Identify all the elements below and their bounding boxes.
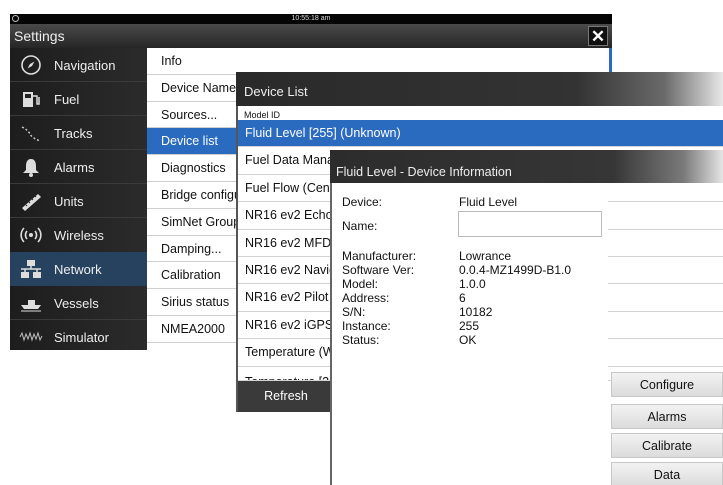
wireless-icon (18, 224, 44, 246)
field-label: S/N: (342, 305, 366, 319)
field-label: Status: (342, 333, 380, 347)
tracks-icon (18, 122, 44, 144)
sidebar-item-label: Wireless (54, 227, 104, 243)
refresh-button[interactable]: Refresh (236, 381, 334, 412)
device-row[interactable]: Fluid Level [255] (Unknown) (238, 120, 723, 148)
field-value: Lowrance (459, 249, 512, 263)
settings-titlebar: Settings ✕ (10, 24, 612, 48)
fuel-pump-icon (18, 88, 44, 110)
field-value: 10182 (459, 305, 493, 319)
data-button[interactable]: Data (611, 462, 723, 485)
field-value: 1.0.0 (459, 277, 486, 291)
field-value: OK (459, 333, 477, 347)
device-list-title: Device List (236, 72, 723, 106)
sidebar-item-fuel[interactable]: Fuel (10, 82, 147, 116)
sidebar-item-alarms[interactable]: Alarms (10, 150, 147, 184)
device-info-title: Fluid Level - Device Information (330, 150, 723, 183)
column-header-model-id: Model ID (244, 110, 281, 120)
sidebar-item-label: Alarms (54, 159, 95, 175)
field-label: Name: (342, 219, 378, 233)
simulator-icon (18, 326, 44, 348)
close-button[interactable]: ✕ (588, 26, 608, 46)
list-item-info[interactable]: Info (147, 48, 612, 75)
status-time: 10:55:18 am (291, 15, 331, 22)
sidebar-item-wireless[interactable]: Wireless (10, 218, 147, 252)
vessels-icon (18, 292, 44, 314)
field-value: Fluid Level (459, 195, 518, 209)
sidebar-item-network[interactable]: Network (10, 252, 147, 286)
field-value: 255 (459, 319, 480, 333)
field-label: Software Ver: (342, 263, 415, 277)
sidebar-item-label: Navigation (54, 57, 116, 73)
sidebar-item-tracks[interactable]: Tracks (10, 116, 147, 150)
device-info-body: Device: Fluid Level Name: Manufacturer: … (330, 183, 608, 485)
name-field[interactable] (458, 211, 602, 237)
sidebar-item-label: Simulator (54, 329, 109, 345)
sidebar-item-label: Fuel (54, 91, 80, 107)
sidebar-item-label: Tracks (54, 125, 93, 141)
compass-icon (18, 54, 44, 76)
status-bar: 10:55:18 am (10, 14, 612, 24)
field-label: Instance: (342, 319, 391, 333)
sidebar-item-label: Network (54, 261, 102, 277)
calibrate-button[interactable]: Calibrate (611, 433, 723, 458)
sidebar-item-vessels[interactable]: Vessels (10, 286, 147, 320)
configure-button[interactable]: Configure (611, 372, 723, 397)
alarms-button[interactable]: Alarms (611, 404, 723, 429)
settings-title: Settings (14, 28, 65, 44)
sidebar-item-label: Units (54, 193, 84, 209)
bell-icon (18, 156, 44, 178)
ruler-icon (18, 190, 44, 212)
settings-sidebar: Navigation Fuel Tracks Alarms Units Wire… (10, 48, 147, 350)
sidebar-item-simulator[interactable]: Simulator (10, 320, 147, 354)
field-label: Model: (342, 277, 379, 291)
field-value: 6 (459, 291, 466, 305)
field-value: 0.0.4-MZ1499D-B1.0 (459, 263, 572, 277)
sidebar-item-units[interactable]: Units (10, 184, 147, 218)
sidebar-item-navigation[interactable]: Navigation (10, 48, 147, 82)
field-label: Device: (342, 195, 383, 209)
status-indicator-icon (12, 15, 19, 22)
sidebar-item-label: Vessels (54, 295, 99, 311)
network-icon (18, 258, 44, 280)
field-label: Manufacturer: (342, 249, 417, 263)
field-label: Address: (342, 291, 390, 305)
